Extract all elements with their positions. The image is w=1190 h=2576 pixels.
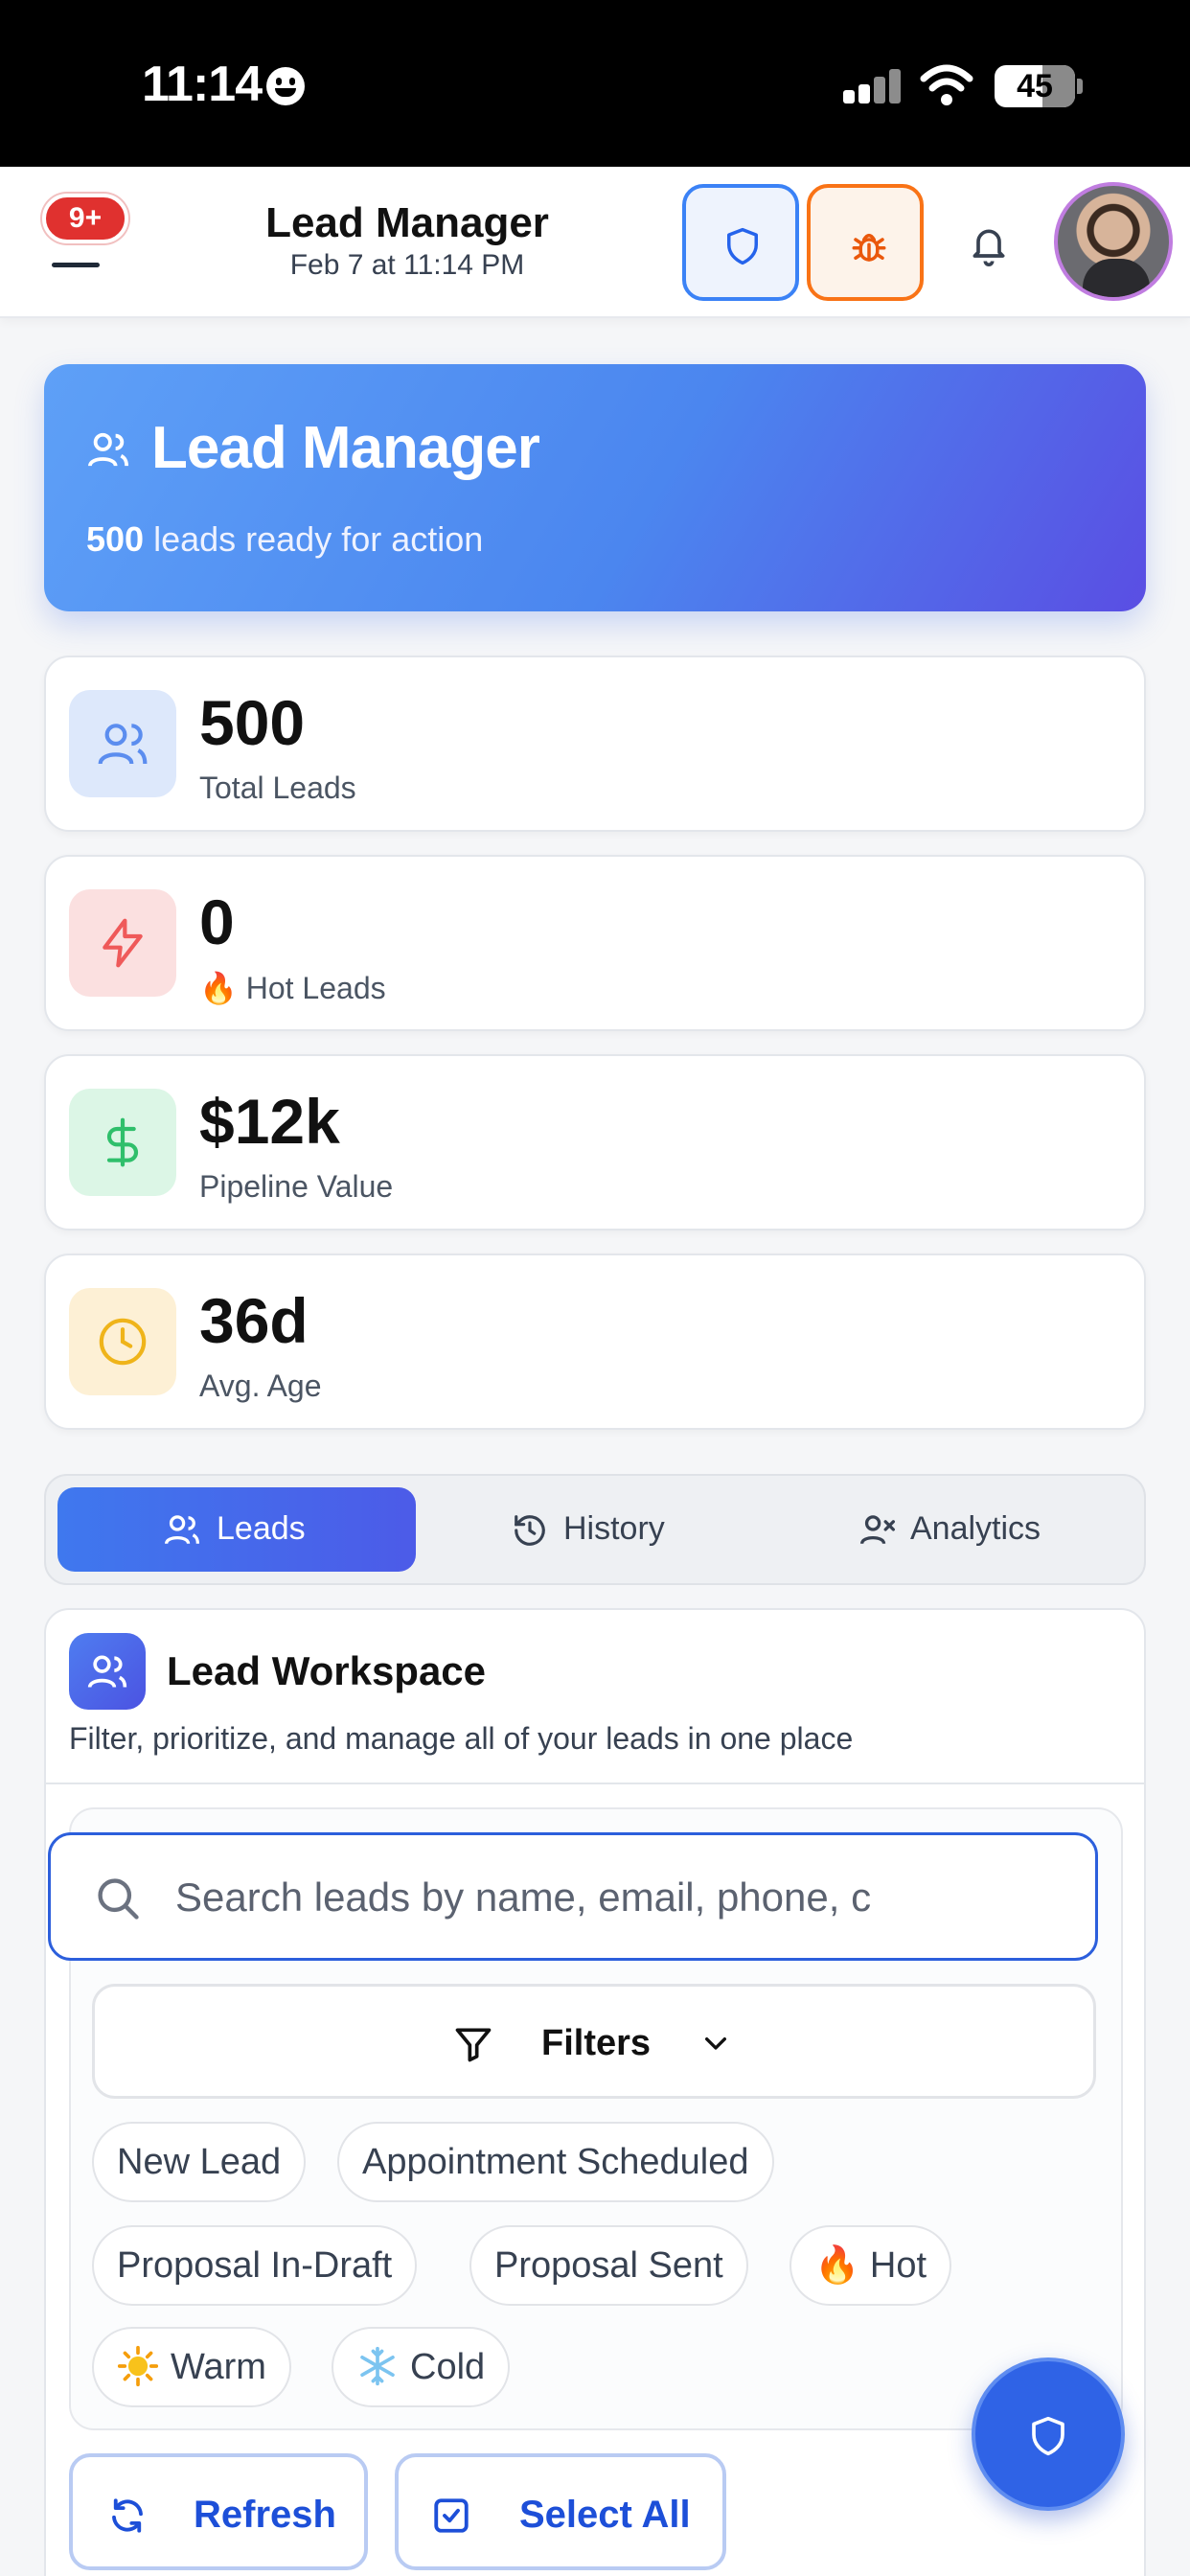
app-header: 9+ Lead Manager Feb 7 at 11:14 PM bbox=[0, 167, 1190, 318]
lead-count: 500 bbox=[86, 519, 145, 559]
users-icon bbox=[69, 1633, 146, 1710]
security-fab[interactable] bbox=[972, 2358, 1125, 2511]
dollar-icon bbox=[69, 1089, 176, 1196]
chip-label: Warm bbox=[171, 2347, 266, 2387]
tab-label: Leads bbox=[217, 1510, 306, 1547]
tab-analytics[interactable]: Analytics bbox=[780, 1487, 1138, 1572]
stat-label-row: 🔥 Hot Leads bbox=[199, 970, 386, 1006]
users-icon bbox=[88, 432, 128, 467]
chip-appointment-scheduled[interactable]: Appointment Scheduled bbox=[337, 2122, 774, 2202]
hero-title: Lead Manager bbox=[151, 415, 540, 481]
stat-label: Total Leads bbox=[199, 770, 356, 805]
chip-warm[interactable]: Warm bbox=[92, 2327, 291, 2407]
fire-icon: 🔥 bbox=[199, 971, 238, 1005]
avatar[interactable] bbox=[1054, 182, 1173, 301]
chip-label: Hot bbox=[869, 2245, 927, 2286]
hero-subtitle: 500 leads ready for action bbox=[86, 519, 483, 560]
signal-icon bbox=[843, 69, 903, 105]
button-label: Refresh bbox=[194, 2494, 336, 2536]
stat-label: Avg. Age bbox=[199, 1368, 322, 1403]
wifi-icon bbox=[920, 64, 973, 105]
checkbox-icon bbox=[434, 2498, 469, 2533]
chip-label: Cold bbox=[410, 2347, 486, 2387]
tab-history[interactable]: History bbox=[420, 1487, 778, 1572]
stat-card-hot-leads: 0 🔥 Hot Leads bbox=[44, 855, 1146, 1031]
stat-card-avg-age: 36d Avg. Age bbox=[44, 1254, 1146, 1430]
smiley-icon bbox=[266, 67, 305, 105]
search-input[interactable] bbox=[175, 1864, 1028, 1931]
workspace-subtitle: Filter, prioritize, and manage all of yo… bbox=[69, 1721, 854, 1756]
search-icon bbox=[98, 1878, 139, 1920]
chip-proposal-sent[interactable]: Proposal Sent bbox=[469, 2225, 748, 2306]
hero-subtitle-text: leads ready for action bbox=[144, 519, 484, 559]
chip-hot[interactable]: 🔥 Hot bbox=[790, 2225, 952, 2306]
chip-cold[interactable]: Cold bbox=[332, 2327, 511, 2407]
status-bar: 11:14 45 bbox=[0, 0, 1190, 167]
stat-card-total-leads: 500 Total Leads bbox=[44, 656, 1146, 832]
shield-icon bbox=[727, 227, 758, 265]
chip-label: New Lead bbox=[117, 2142, 282, 2182]
chevron-down-icon bbox=[705, 2037, 726, 2050]
tab-label: History bbox=[563, 1510, 665, 1547]
stat-value: 36d bbox=[199, 1285, 309, 1356]
shield-icon bbox=[1032, 2416, 1064, 2456]
filters-label: Filters bbox=[541, 2023, 652, 2063]
battery-level: 45 bbox=[1017, 68, 1053, 104]
chip-proposal-in-draft[interactable]: Proposal In-Draft bbox=[92, 2225, 418, 2306]
status-time: 11:14 bbox=[142, 57, 263, 112]
fire-icon: 🔥 bbox=[814, 2245, 860, 2286]
stat-card-pipeline-value: $12k Pipeline Value bbox=[44, 1054, 1146, 1230]
bug-report-button[interactable] bbox=[807, 184, 924, 301]
chip-label: Proposal Sent bbox=[494, 2245, 723, 2286]
select-all-button[interactable]: Select All bbox=[395, 2453, 726, 2570]
users-icon bbox=[69, 690, 176, 797]
page-title: Lead Manager bbox=[265, 199, 549, 246]
chip-new-lead[interactable]: New Lead bbox=[92, 2122, 307, 2202]
hero-banner: Lead Manager 500 leads ready for action bbox=[44, 364, 1146, 611]
filter-icon bbox=[455, 2028, 492, 2062]
search-box bbox=[48, 1832, 1098, 1961]
notification-badge[interactable]: 9+ bbox=[42, 194, 128, 243]
button-label: Select All bbox=[519, 2494, 691, 2536]
divider bbox=[46, 1782, 1144, 1784]
zap-icon bbox=[69, 889, 176, 997]
history-icon bbox=[515, 1515, 545, 1546]
stat-value: $12k bbox=[199, 1086, 340, 1157]
chip-label: Appointment Scheduled bbox=[362, 2142, 749, 2182]
bell-icon[interactable] bbox=[968, 222, 1010, 268]
battery-icon: 45 bbox=[995, 65, 1075, 107]
tab-leads[interactable]: Leads bbox=[57, 1487, 416, 1572]
users-icon bbox=[165, 1515, 199, 1545]
refresh-icon bbox=[112, 2498, 143, 2533]
stat-label: Pipeline Value bbox=[199, 1169, 394, 1204]
chip-label: Proposal In-Draft bbox=[117, 2245, 393, 2286]
shield-button[interactable] bbox=[682, 184, 799, 301]
user-x-icon bbox=[860, 1515, 895, 1545]
stat-value: 500 bbox=[199, 687, 306, 758]
filters-toggle[interactable]: Filters bbox=[92, 1984, 1096, 2099]
stat-label: Hot Leads bbox=[245, 971, 386, 1005]
bug-icon bbox=[852, 233, 886, 262]
snowflake-icon bbox=[360, 2346, 395, 2386]
stat-value: 0 bbox=[199, 886, 235, 957]
tab-bar: Leads History Analytics bbox=[44, 1474, 1146, 1585]
refresh-button[interactable]: Refresh bbox=[69, 2453, 368, 2570]
page-timestamp: Feb 7 at 11:14 PM bbox=[289, 249, 525, 281]
sun-icon bbox=[117, 2345, 159, 2387]
workspace-title: Lead Workspace bbox=[167, 1648, 487, 1693]
clock-icon bbox=[69, 1288, 176, 1395]
tab-label: Analytics bbox=[910, 1510, 1041, 1547]
